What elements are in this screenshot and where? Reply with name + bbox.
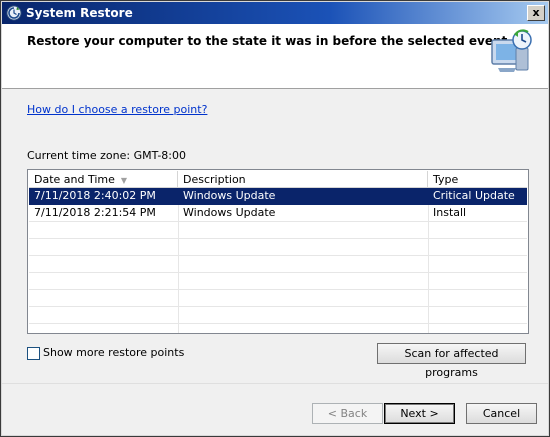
row-date: 7/11/2018 2:21:54 PM xyxy=(34,206,156,219)
empty-row xyxy=(29,239,527,256)
row-description: Windows Update xyxy=(183,206,276,219)
footer-divider xyxy=(2,383,548,384)
empty-row xyxy=(29,307,527,324)
scan-affected-programs-button[interactable]: Scan for affected programs xyxy=(377,343,526,379)
system-restore-icon xyxy=(6,5,22,21)
column-header-type[interactable]: Type xyxy=(428,171,527,188)
column-header-label: Date and Time xyxy=(34,173,115,186)
column-header-label: Description xyxy=(183,173,246,186)
restore-points-list[interactable]: Date and Time ▼ Description Type 7/11/201… xyxy=(27,169,529,334)
empty-row xyxy=(29,290,527,307)
help-link[interactable]: How do I choose a restore point? xyxy=(27,103,207,116)
system-restore-window: System Restore x Restore your computer t… xyxy=(0,0,550,437)
row-type: Install xyxy=(433,206,467,219)
empty-row xyxy=(29,273,527,290)
close-button[interactable]: x xyxy=(527,5,545,21)
show-more-label: Show more restore points xyxy=(43,346,185,359)
timezone-label: Current time zone: GMT-8:00 xyxy=(27,149,187,162)
list-header: Date and Time ▼ Description Type xyxy=(29,171,527,188)
row-description: Windows Update xyxy=(183,189,276,202)
row-date: 7/11/2018 2:40:02 PM xyxy=(34,189,156,202)
sort-descending-icon: ▼ xyxy=(120,176,128,185)
column-header-description[interactable]: Description xyxy=(178,171,428,188)
empty-row xyxy=(29,222,527,239)
row-type: Critical Update xyxy=(433,189,515,202)
checkbox-box[interactable] xyxy=(27,347,40,360)
header-panel: Restore your computer to the state it wa… xyxy=(2,24,548,89)
system-restore-icon xyxy=(491,29,532,72)
column-header-date[interactable]: Date and Time ▼ xyxy=(29,171,178,188)
table-row[interactable]: 7/11/2018 2:40:02 PM Windows Update Crit… xyxy=(29,188,527,205)
window-title: System Restore xyxy=(26,6,133,20)
cancel-button[interactable]: Cancel xyxy=(466,403,537,424)
empty-row xyxy=(29,256,527,273)
next-button[interactable]: Next > xyxy=(384,403,455,424)
table-row[interactable]: 7/11/2018 2:21:54 PM Windows Update Inst… xyxy=(29,205,527,222)
page-heading: Restore your computer to the state it wa… xyxy=(27,34,508,48)
title-bar[interactable]: System Restore x xyxy=(2,2,548,24)
column-header-label: Type xyxy=(433,173,459,186)
back-button[interactable]: < Back xyxy=(312,403,383,424)
